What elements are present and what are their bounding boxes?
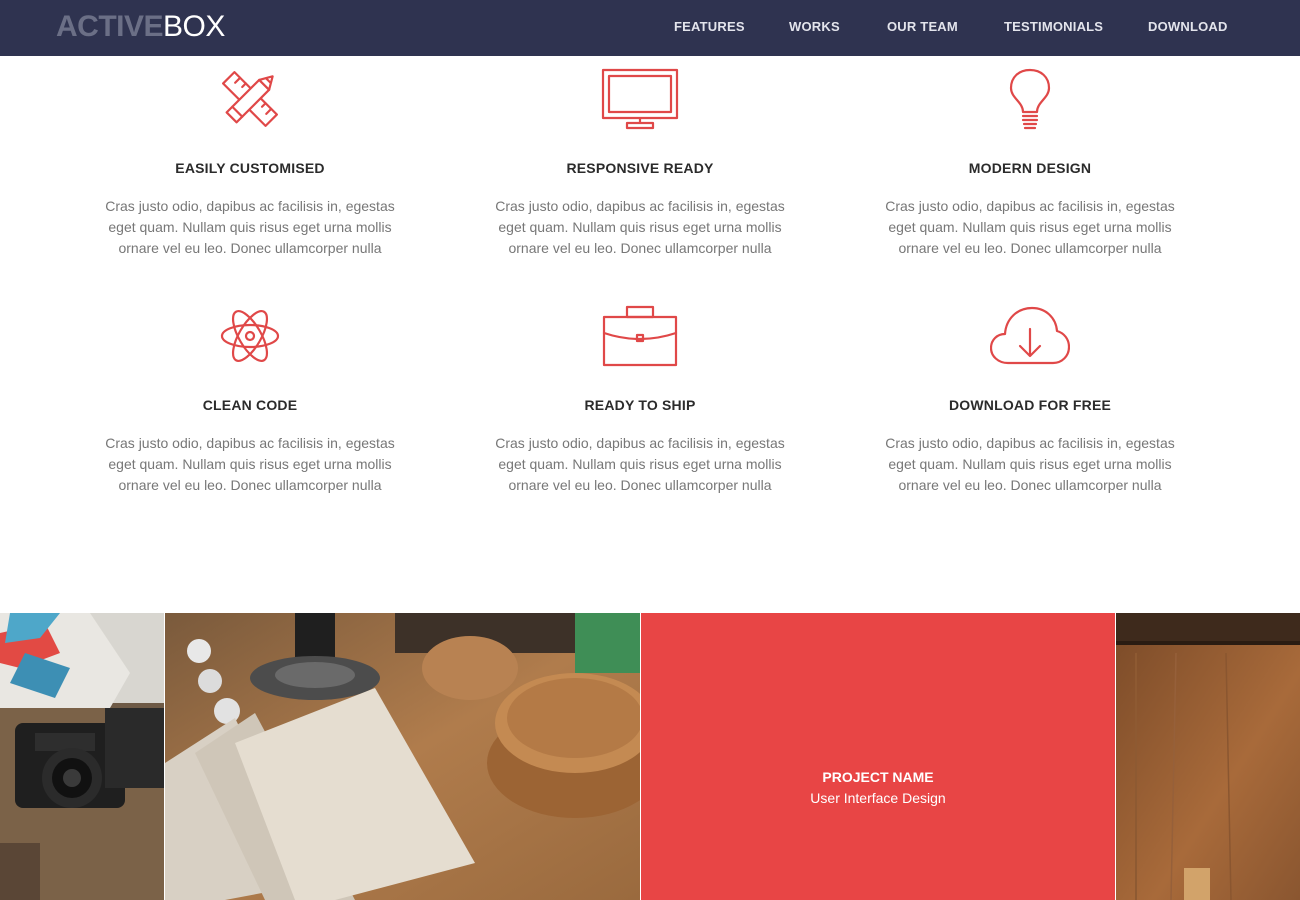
works-gallery: PROJECT NAME User Interface Design [0, 613, 1300, 900]
notebook-photo [165, 613, 640, 900]
feature-card: CLEAN CODE Cras justo odio, dapibus ac f… [55, 305, 445, 496]
nav-item-works[interactable]: WORKS [789, 19, 840, 34]
nav-item-testimonials[interactable]: TESTIMONIALS [1004, 19, 1103, 34]
lightbulb-icon [1009, 68, 1051, 130]
nav-item-download[interactable]: DOWNLOAD [1148, 19, 1228, 34]
brand-logo-light: BOX [163, 10, 225, 43]
briefcase-icon [602, 305, 678, 367]
feature-title: CLEAN CODE [202, 397, 298, 413]
pencil-ruler-icon [222, 71, 278, 127]
brand-logo[interactable]: ACTIVEBOX [56, 10, 225, 44]
feature-text: Cras justo odio, dapibus ac facilisis in… [885, 198, 1175, 256]
feature-title: MODERN DESIGN [968, 160, 1092, 176]
feature-card: DOWNLOAD FOR FREE Cras justo odio, dapib… [835, 305, 1225, 496]
feature-card: MODERN DESIGN Cras justo odio, dapibus a… [835, 68, 1225, 259]
feature-text: Cras justo odio, dapibus ac facilisis in… [495, 435, 785, 493]
feature-title: RESPONSIVE READY [566, 160, 714, 176]
feature-card: RESPONSIVE READY Cras justo odio, dapibu… [445, 68, 835, 259]
feature-title: EASILY CUSTOMISED [175, 160, 325, 176]
atom-icon [220, 310, 280, 362]
features-section: EASILY CUSTOMISED Cras justo odio, dapib… [0, 56, 1300, 613]
brand-logo-bold: ACTIVE [56, 10, 164, 43]
wood-photo [1116, 613, 1300, 900]
portfolio-item-highlighted[interactable]: PROJECT NAME User Interface Design [641, 613, 1115, 900]
feature-title: DOWNLOAD FOR FREE [948, 397, 1112, 413]
feature-card: READY TO SHIP Cras justo odio, dapibus a… [445, 305, 835, 496]
project-category: User Interface Design [810, 790, 946, 806]
portfolio-item[interactable] [1116, 613, 1300, 900]
feature-text: Cras justo odio, dapibus ac facilisis in… [885, 435, 1175, 493]
top-navbar: ACTIVEBOX FEATURES WORKS OUR TEAM TESTIM… [0, 0, 1300, 56]
portfolio-item[interactable] [165, 613, 640, 900]
project-name: PROJECT NAME [822, 769, 934, 785]
feature-text: Cras justo odio, dapibus ac facilisis in… [495, 198, 785, 256]
cloud-download-icon [990, 306, 1070, 365]
feature-card: EASILY CUSTOMISED Cras justo odio, dapib… [55, 68, 445, 259]
feature-text: Cras justo odio, dapibus ac facilisis in… [105, 198, 395, 256]
nav-item-features[interactable]: FEATURES [674, 19, 745, 34]
monitor-icon [601, 68, 679, 130]
feature-title: READY TO SHIP [584, 397, 696, 413]
camera-photo [0, 613, 164, 900]
portfolio-item[interactable] [0, 613, 164, 900]
nav-item-our-team[interactable]: OUR TEAM [887, 19, 958, 34]
feature-text: Cras justo odio, dapibus ac facilisis in… [105, 435, 395, 493]
